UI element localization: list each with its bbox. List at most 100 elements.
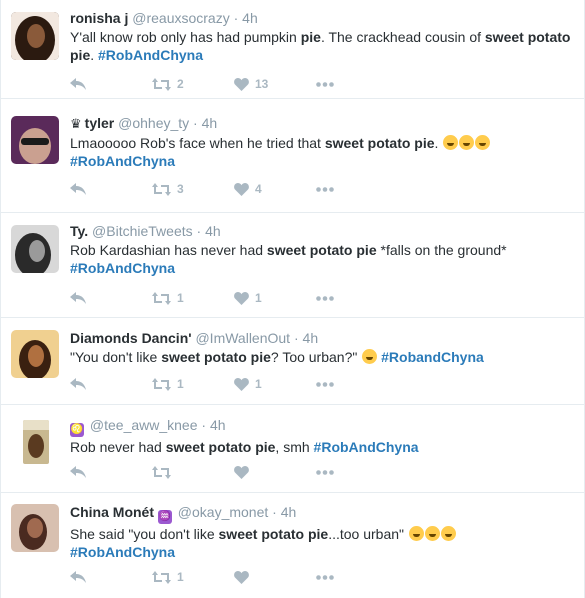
tweet[interactable]: ♛ tyler @ohhey_ty · 4h Lmaooooo Rob's fac… [1, 99, 584, 213]
crying-face-emoji-icon [440, 526, 456, 541]
retweet-icon [152, 570, 171, 584]
retweet-icon [152, 182, 171, 196]
reply-button[interactable] [70, 570, 152, 584]
retweet-button[interactable]: 1 [152, 570, 234, 584]
hashtag-link[interactable]: #RobAndChyna [70, 153, 175, 169]
tweet-actions: 3 4 [70, 182, 398, 196]
reply-button[interactable] [70, 465, 152, 479]
timestamp[interactable]: 4h [242, 10, 258, 26]
avatar[interactable] [11, 330, 59, 378]
username[interactable]: @okay_monet [178, 504, 268, 520]
reply-button[interactable] [70, 377, 152, 391]
avatar[interactable] [11, 225, 59, 273]
like-button[interactable]: 1 [234, 291, 316, 305]
username[interactable]: @ImWallenOut [195, 330, 290, 346]
more-dots-icon [316, 186, 334, 192]
tweet-actions: 1 [70, 570, 398, 584]
tweet-actions: 1 1 [70, 291, 398, 305]
aquarius-zodiac-icon: ♒ [157, 510, 172, 524]
separator: · [268, 504, 281, 520]
retweet-button[interactable]: 1 [152, 291, 234, 305]
tweet-text: Lmaooooo Rob's face when he tried that s… [70, 134, 574, 170]
avatar-image-icon [23, 420, 49, 464]
tweet[interactable]: Diamonds Dancin' @ImWallenOut · 4h "You … [1, 318, 584, 405]
heart-icon [234, 377, 249, 391]
retweet-button[interactable]: 1 [152, 377, 234, 391]
tweet-actions [70, 465, 398, 479]
reply-button[interactable] [70, 182, 152, 196]
more-button[interactable] [316, 574, 398, 580]
tweet-header: ♌ @tee_aww_knee · 4h [70, 416, 574, 437]
hashtag-link[interactable]: #RobAndChyna [98, 47, 203, 63]
username[interactable]: @tee_aww_knee [90, 417, 198, 433]
like-button[interactable]: 1 [234, 377, 316, 391]
hashtag-link[interactable]: #RobandChyna [381, 349, 484, 365]
display-name[interactable]: tyler [85, 115, 115, 131]
tweet-feed: ronisha j @reauxsocrazy · 4h Y'all know … [0, 0, 585, 598]
timestamp[interactable]: 4h [205, 223, 221, 239]
timestamp[interactable]: 4h [202, 115, 218, 131]
avatar-image-icon [11, 116, 59, 164]
like-button[interactable] [234, 465, 316, 479]
tweet-header: Diamonds Dancin' @ImWallenOut · 4h [70, 329, 574, 347]
separator: · [192, 223, 206, 239]
more-button[interactable] [316, 186, 398, 192]
like-button[interactable]: 4 [234, 182, 316, 196]
separator: · [197, 417, 210, 433]
more-dots-icon [316, 469, 334, 475]
tweet[interactable]: ♌ @tee_aww_knee · 4h Rob never had sweet… [1, 405, 584, 493]
retweet-button[interactable]: 3 [152, 182, 234, 196]
more-button[interactable] [316, 295, 398, 301]
avatar[interactable] [23, 420, 49, 464]
text-span: *falls on the ground* [376, 242, 507, 258]
avatar[interactable] [11, 12, 59, 60]
text-span: . [434, 135, 443, 151]
text-span: , smh [275, 439, 314, 455]
retweet-icon [152, 465, 171, 479]
timestamp[interactable]: 4h [303, 330, 319, 346]
reply-icon [70, 570, 86, 583]
hashtag-link[interactable]: #RobAndChyna [314, 439, 419, 455]
retweet-button[interactable]: 2 [152, 77, 234, 91]
avatar[interactable] [11, 116, 59, 164]
username[interactable]: @ohhey_ty [118, 115, 189, 131]
hashtag-link[interactable]: #RobAndChyna [70, 260, 175, 276]
avatar[interactable] [11, 504, 59, 552]
highlight: pie [300, 29, 321, 45]
more-dots-icon [316, 295, 334, 301]
timestamp[interactable]: 4h [210, 417, 226, 433]
tweet[interactable]: China Monét ♒ @okay_monet · 4h She said … [1, 493, 584, 598]
reply-button[interactable] [70, 291, 152, 305]
more-button[interactable] [316, 381, 398, 387]
tweet-text: "You don't like sweet potato pie? Too ur… [70, 348, 574, 366]
tears-of-joy-emoji-icon [408, 526, 424, 541]
tweet[interactable]: Ty. @BitchieTweets · 4h Rob Kardashian h… [1, 213, 584, 318]
heart-icon [234, 77, 249, 91]
retweet-icon [152, 77, 171, 91]
more-button[interactable] [316, 469, 398, 475]
username[interactable]: @reauxsocrazy [132, 10, 229, 26]
retweet-button[interactable] [152, 465, 234, 479]
display-name[interactable]: China Monét [70, 504, 154, 520]
like-button[interactable] [234, 570, 316, 584]
reply-icon [70, 291, 86, 304]
crown-icon: ♛ [70, 116, 82, 131]
heart-icon [234, 182, 249, 196]
username[interactable]: @BitchieTweets [92, 223, 193, 239]
display-name[interactable]: Diamonds Dancin' [70, 330, 192, 346]
more-button[interactable] [316, 81, 398, 87]
display-name[interactable]: Ty. [70, 223, 88, 239]
hashtag-link[interactable]: #RobAndChyna [70, 544, 175, 560]
like-count: 1 [255, 377, 262, 391]
like-button[interactable]: 13 [234, 77, 316, 91]
separator: · [189, 115, 202, 131]
reply-icon [70, 77, 86, 90]
retweet-count: 2 [177, 77, 184, 91]
reply-button[interactable] [70, 77, 152, 91]
tweet[interactable]: ronisha j @reauxsocrazy · 4h Y'all know … [1, 0, 584, 99]
timestamp[interactable]: 4h [281, 504, 297, 520]
text-span: She said "you don't like [70, 526, 219, 542]
tears-of-joy-emoji-icon [362, 349, 378, 364]
text-span: . [90, 47, 99, 63]
display-name[interactable]: ronisha j [70, 10, 128, 26]
